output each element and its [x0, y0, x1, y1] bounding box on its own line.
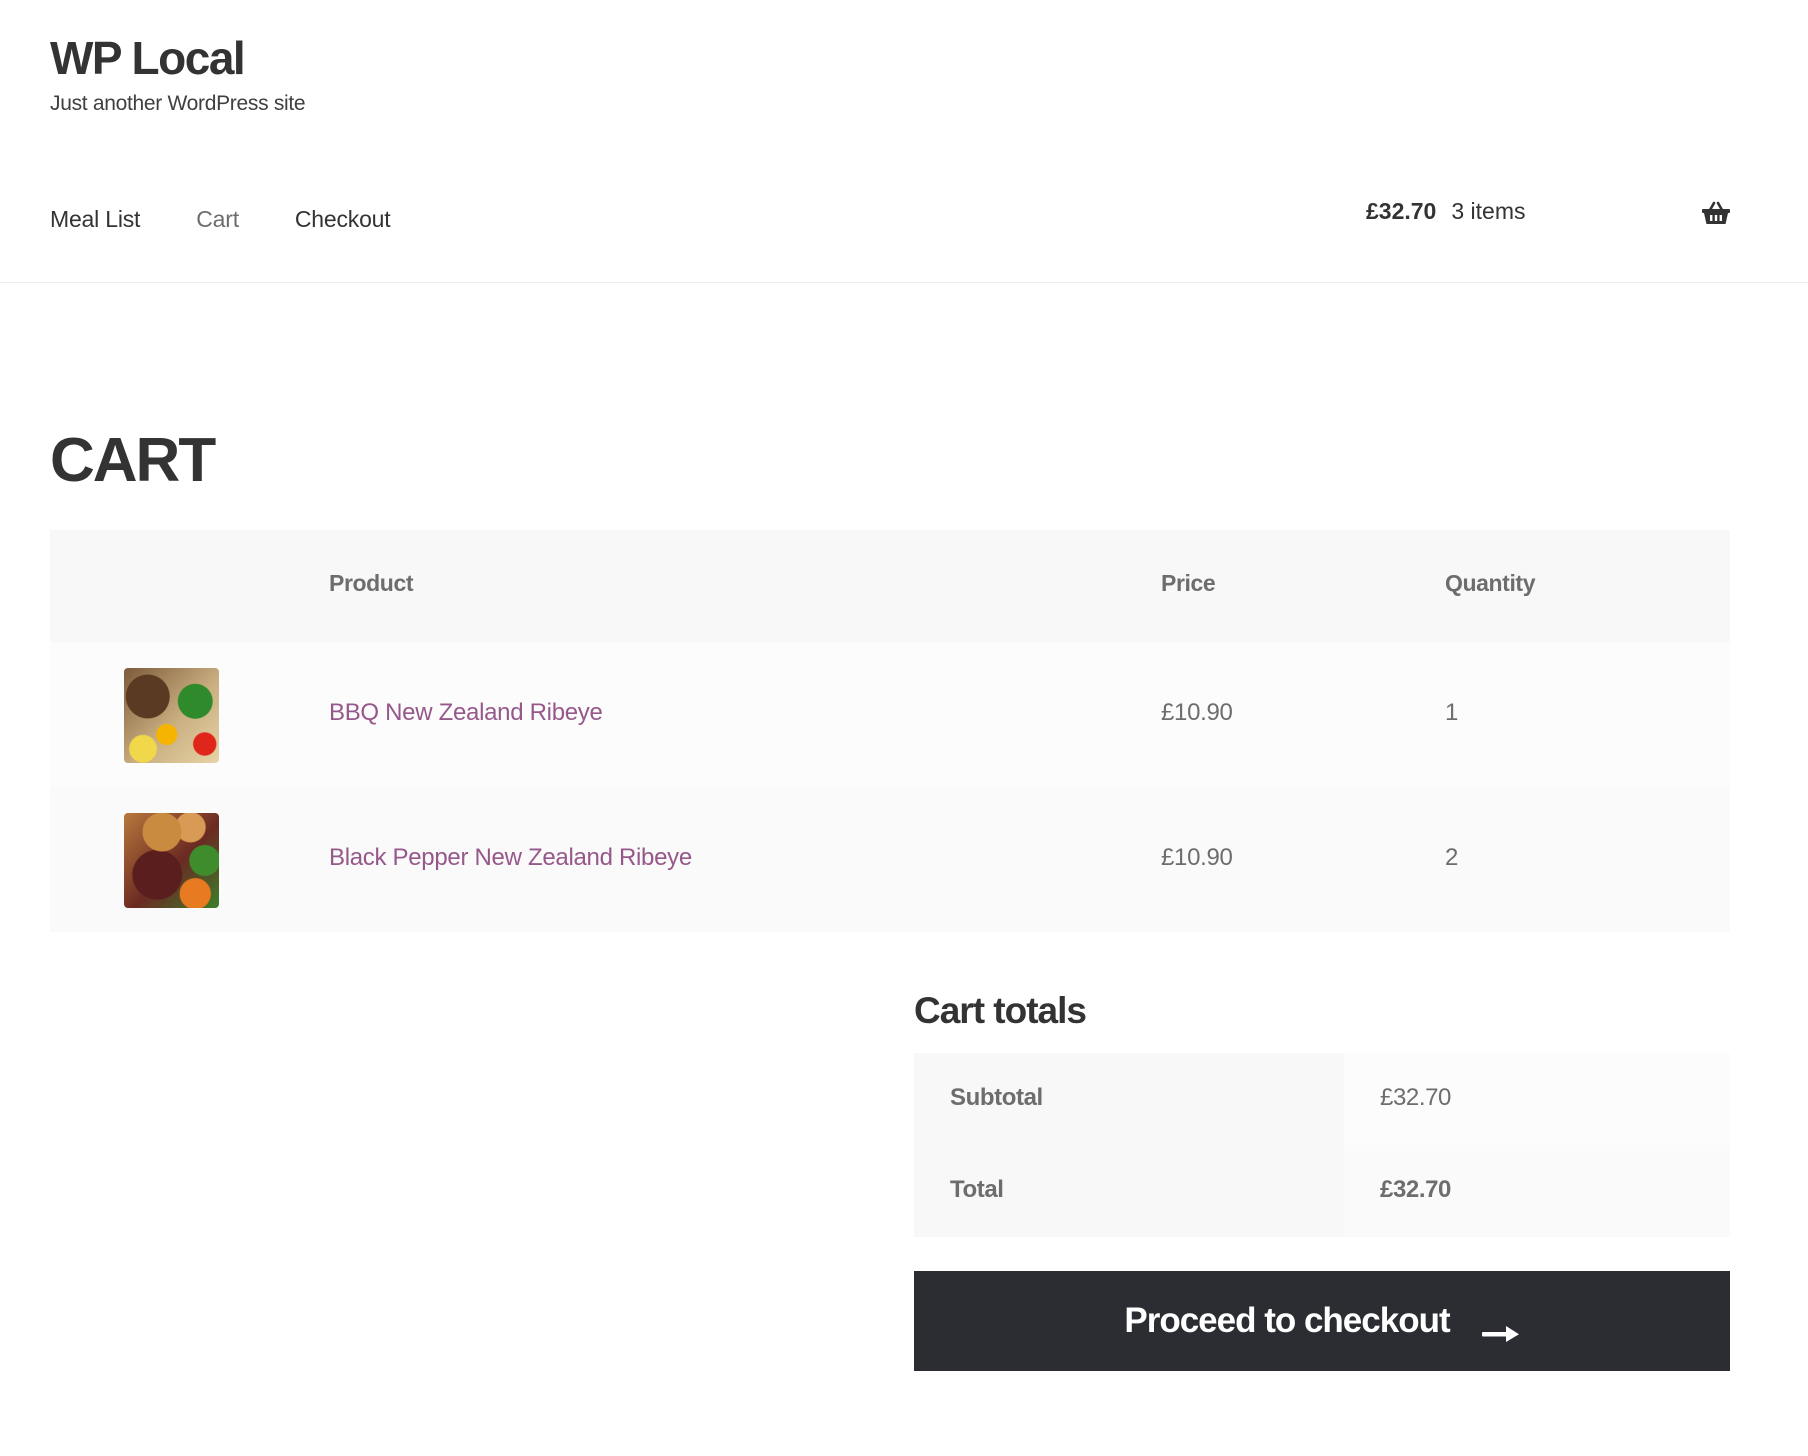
subtotal-value: £32.70 — [1380, 1084, 1452, 1111]
product-link[interactable]: BBQ New Zealand Ribeye — [329, 699, 603, 726]
site-title[interactable]: WP Local — [50, 30, 246, 86]
nav-item-meal-list[interactable]: Meal List — [50, 206, 140, 233]
proceed-to-checkout-button[interactable]: Proceed to checkout — [914, 1271, 1730, 1371]
subtotal-label: Subtotal — [950, 1084, 1043, 1111]
checkout-button-label: Proceed to checkout — [1124, 1301, 1450, 1340]
mini-cart-count: 3 items — [1451, 198, 1526, 224]
cart-table-header: Product Price Quantity — [50, 530, 1730, 642]
column-header-price: Price — [1161, 570, 1216, 596]
product-price: £10.90 — [1161, 844, 1233, 871]
product-thumbnail[interactable] — [124, 668, 219, 763]
basket-icon[interactable] — [1701, 200, 1731, 226]
product-thumbnail[interactable] — [124, 813, 219, 908]
nav-item-checkout[interactable]: Checkout — [295, 206, 391, 233]
subtotal-row: Subtotal £32.70 — [914, 1053, 1730, 1145]
product-price: £10.90 — [1161, 699, 1233, 726]
product-link[interactable]: Black Pepper New Zealand Ribeye — [329, 844, 692, 871]
total-value: £32.70 — [1380, 1176, 1452, 1203]
site-tagline: Just another WordPress site — [50, 92, 306, 115]
column-header-product: Product — [329, 570, 414, 596]
page-title: CART — [50, 426, 216, 495]
cart-totals-heading: Cart totals — [914, 990, 1087, 1031]
table-row: Black Pepper New Zealand Ribeye £10.90 2 — [50, 787, 1730, 932]
table-row: BBQ New Zealand Ribeye £10.90 1 — [50, 642, 1730, 787]
mini-cart-summary[interactable]: £32.70 3 items — [1366, 198, 1526, 225]
header-divider — [0, 282, 1808, 283]
primary-nav: Meal List Cart Checkout — [50, 206, 391, 233]
mini-cart-amount: £32.70 — [1366, 198, 1437, 224]
product-quantity: 2 — [1445, 844, 1459, 871]
arrow-right-icon — [1481, 1312, 1520, 1342]
product-quantity: 1 — [1445, 699, 1459, 726]
cart-table: Product Price Quantity BBQ New Zealand R… — [50, 530, 1730, 932]
total-label: Total — [950, 1176, 1004, 1203]
nav-item-cart[interactable]: Cart — [196, 206, 239, 233]
total-row: Total £32.70 — [914, 1145, 1730, 1237]
cart-totals-table: Subtotal £32.70 Total £32.70 — [914, 1053, 1730, 1237]
column-header-quantity: Quantity — [1445, 570, 1536, 596]
